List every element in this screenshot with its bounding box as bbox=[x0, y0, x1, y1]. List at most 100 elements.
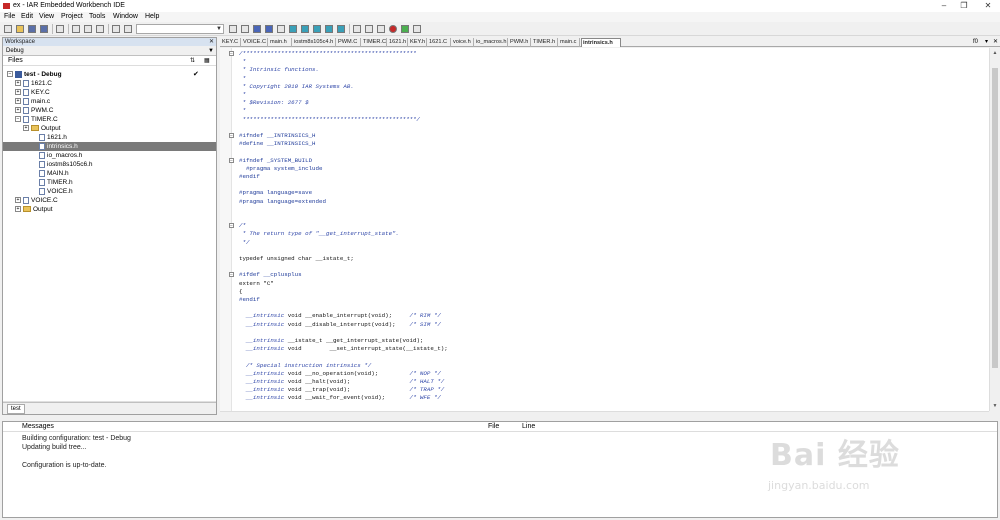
bookmark-icon[interactable] bbox=[289, 25, 297, 33]
message-line[interactable]: Building configuration: test - Debug bbox=[22, 434, 131, 443]
print-icon[interactable] bbox=[56, 25, 64, 33]
expand-icon[interactable]: + bbox=[15, 80, 21, 87]
next-bookmark-icon[interactable] bbox=[301, 25, 309, 33]
expand-icon[interactable]: + bbox=[15, 107, 21, 114]
options-icon[interactable]: ▦ bbox=[204, 56, 210, 66]
tree-item[interactable]: + Output bbox=[15, 205, 53, 214]
editor-tab[interactable]: KEY.C bbox=[221, 38, 241, 47]
scroll-thumb[interactable] bbox=[992, 68, 998, 368]
find-combo[interactable]: ▼ bbox=[136, 24, 224, 34]
copy-icon[interactable] bbox=[84, 25, 92, 33]
tree-item[interactable]: MAIN.h bbox=[31, 169, 69, 178]
navigate-forward-icon[interactable] bbox=[337, 25, 345, 33]
close-icon[interactable]: ✕ bbox=[209, 38, 214, 46]
fold-toggle-icon[interactable]: − bbox=[229, 157, 234, 163]
tree-item[interactable]: + main.c bbox=[15, 97, 50, 106]
collapse-icon[interactable]: − bbox=[15, 116, 21, 123]
save-icon[interactable] bbox=[28, 25, 36, 33]
tree-item[interactable]: − TIMER.C bbox=[15, 115, 58, 124]
open-file-icon[interactable] bbox=[16, 25, 24, 33]
go-to-icon[interactable] bbox=[277, 25, 285, 33]
editor-tab[interactable]: PWM.h bbox=[509, 38, 531, 47]
tree-item[interactable]: intrinsics.h bbox=[31, 142, 78, 151]
fold-toggle-icon[interactable]: − bbox=[229, 133, 234, 139]
tree-item[interactable]: + VOICE.C bbox=[15, 196, 58, 205]
editor-tab[interactable]: PWM.C bbox=[337, 38, 361, 47]
expand-icon[interactable]: + bbox=[15, 197, 21, 204]
editor-tab[interactable]: 1621.C bbox=[428, 38, 451, 47]
find-prev-icon[interactable] bbox=[253, 25, 261, 33]
tree-item[interactable]: io_macros.h bbox=[31, 151, 82, 160]
scroll-up-icon[interactable]: ▲ bbox=[990, 48, 1000, 58]
find-next-icon[interactable] bbox=[241, 25, 249, 33]
code-line: * bbox=[239, 58, 246, 66]
save-all-icon[interactable] bbox=[40, 25, 48, 33]
tree-item[interactable]: + KEY.C bbox=[15, 88, 50, 97]
fold-toggle-icon[interactable]: − bbox=[229, 272, 234, 278]
scroll-down-icon[interactable]: ▼ bbox=[990, 401, 1000, 411]
collapse-icon[interactable]: − bbox=[7, 71, 13, 78]
message-line[interactable]: Configuration is up-to-date. bbox=[22, 461, 106, 470]
menu-tools[interactable]: Tools bbox=[87, 12, 107, 22]
editor-tab[interactable]: voice.h bbox=[452, 38, 474, 47]
compile-icon[interactable] bbox=[353, 25, 361, 33]
tree-item[interactable]: +1621.C bbox=[15, 79, 52, 88]
paste-icon[interactable] bbox=[96, 25, 104, 33]
workspace-tab-test[interactable]: test bbox=[7, 404, 25, 414]
editor-tab[interactable]: TIMER.C bbox=[362, 38, 387, 47]
tree-item[interactable]: + Output bbox=[23, 124, 61, 133]
expand-icon[interactable]: + bbox=[15, 206, 21, 213]
new-file-icon[interactable] bbox=[4, 25, 12, 33]
configuration-select[interactable]: Debug ▼ bbox=[3, 46, 216, 56]
expand-icon[interactable]: + bbox=[15, 89, 21, 96]
editor-tab[interactable]: 1621.h bbox=[388, 38, 408, 47]
navigate-back-icon[interactable] bbox=[325, 25, 333, 33]
message-line[interactable]: Updating build tree... bbox=[22, 443, 87, 452]
undo-icon[interactable] bbox=[112, 25, 120, 33]
editor-hscroll[interactable] bbox=[220, 411, 989, 417]
menu-window[interactable]: Window bbox=[111, 12, 140, 22]
debug-without-download-icon[interactable] bbox=[413, 25, 421, 33]
code-editor[interactable]: − − − − − /*********************************… bbox=[220, 48, 989, 411]
editor-tab[interactable]: TIMER.h bbox=[532, 38, 558, 47]
editor-vscroll[interactable]: ▲ ▼ bbox=[989, 48, 1000, 411]
menu-project[interactable]: Project bbox=[59, 12, 85, 22]
find-icon[interactable] bbox=[229, 25, 237, 33]
replace-icon[interactable] bbox=[265, 25, 273, 33]
close-button[interactable]: ✕ bbox=[980, 0, 996, 12]
tree-item[interactable]: 1621.h bbox=[31, 133, 67, 142]
make-icon[interactable] bbox=[365, 25, 373, 33]
fold-toggle-icon[interactable]: − bbox=[229, 223, 234, 229]
tree-item[interactable]: − test - Debug bbox=[7, 70, 62, 79]
minimize-button[interactable]: – bbox=[936, 0, 952, 12]
redo-icon[interactable] bbox=[124, 25, 132, 33]
editor-tab[interactable]: io_macros.h bbox=[475, 38, 508, 47]
expand-icon[interactable]: + bbox=[23, 125, 29, 132]
stop-build-icon[interactable] bbox=[377, 25, 385, 33]
maximize-button[interactable]: ❐ bbox=[956, 0, 972, 12]
close-icon[interactable]: ✕ bbox=[993, 37, 998, 47]
tree-item[interactable]: + PWM.C bbox=[15, 106, 53, 115]
prev-bookmark-icon[interactable] bbox=[313, 25, 321, 33]
editor-tab[interactable]: intrinsics.h bbox=[581, 38, 621, 47]
tree-item[interactable]: iostm8s105c6.h bbox=[31, 160, 93, 169]
fold-toggle-icon[interactable]: − bbox=[229, 51, 234, 57]
editor-tab[interactable]: KEY.h bbox=[409, 38, 427, 47]
menu-help[interactable]: Help bbox=[143, 12, 161, 22]
menu-view[interactable]: View bbox=[37, 12, 56, 22]
tree-item[interactable]: TIMER.h bbox=[31, 178, 73, 187]
tree-item[interactable]: VOICE.h bbox=[31, 187, 73, 196]
editor-tab[interactable]: VOICE.C bbox=[242, 38, 268, 47]
editor-tab[interactable]: iostm8s105c4.h bbox=[293, 38, 336, 47]
download-debug-icon[interactable] bbox=[401, 25, 409, 33]
sort-icon[interactable]: ⇅ bbox=[190, 56, 195, 66]
editor-tab[interactable]: main.c bbox=[559, 38, 580, 47]
expand-icon[interactable]: + bbox=[15, 98, 21, 105]
menu-edit[interactable]: Edit bbox=[19, 12, 35, 22]
breakpoint-icon[interactable] bbox=[389, 25, 397, 33]
function-navigator[interactable]: f0 bbox=[973, 37, 978, 47]
menu-file[interactable]: File bbox=[2, 12, 17, 22]
cut-icon[interactable] bbox=[72, 25, 80, 33]
chevron-down-icon[interactable]: ▾ bbox=[985, 37, 988, 47]
editor-tab[interactable]: main.h bbox=[269, 38, 292, 47]
